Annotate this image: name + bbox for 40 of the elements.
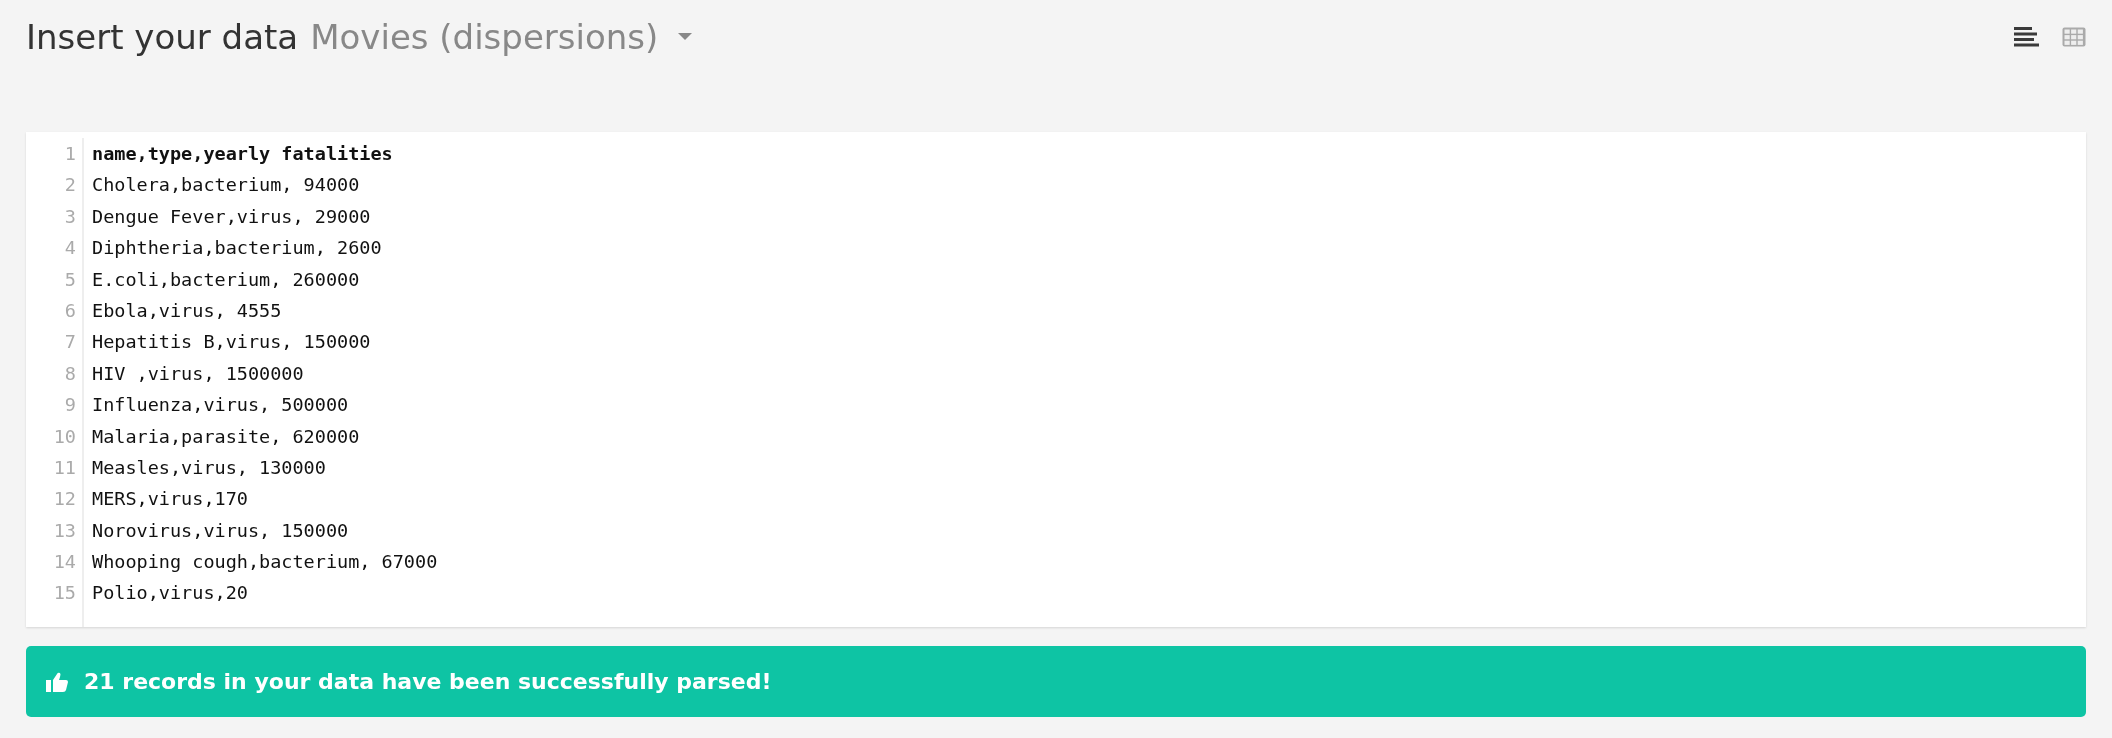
line-number: 14 — [53, 550, 76, 575]
line-number: 5 — [64, 267, 76, 292]
line-number: 6 — [64, 298, 76, 323]
code-line: Norovirus,virus, 150000 — [92, 518, 350, 543]
code-line: Ebola,virus, 4555 — [92, 298, 283, 323]
table-icon — [2062, 27, 2086, 47]
line-number: 12 — [53, 487, 76, 512]
code-line: Polio,virus,20 — [92, 581, 249, 606]
page-title: Insert your data — [26, 17, 299, 57]
line-number: 9 — [64, 393, 76, 418]
text-view-button[interactable] — [2014, 27, 2040, 47]
line-number: 11 — [53, 455, 76, 480]
line-number: 1 — [64, 142, 76, 166]
line-number: 15 — [53, 581, 76, 606]
line-number: 13 — [53, 518, 76, 543]
code-line: Hepatitis B,virus, 150000 — [92, 330, 372, 355]
code-line: HIV ,virus, 1500000 — [92, 361, 305, 386]
caret-icon — [678, 33, 693, 41]
code-line: Measles,virus, 130000 — [92, 455, 327, 480]
line-number: 8 — [64, 361, 76, 386]
line-number: 7 — [64, 330, 76, 355]
code-line: Whooping cough,bacterium, 67000 — [92, 550, 438, 575]
code-line: Cholera,bacterium, 94000 — [92, 173, 361, 198]
code-line: MERS,virus,170 — [92, 487, 249, 512]
code-line: Dengue Fever,virus, 29000 — [92, 204, 372, 229]
code-line: E.coli,bacterium, 260000 — [92, 267, 361, 292]
code-line: Diphtheria,bacterium, 2600 — [92, 236, 383, 261]
table-view-button[interactable] — [2062, 27, 2086, 47]
data-editor[interactable] — [26, 132, 2086, 627]
line-number: 2 — [64, 173, 76, 198]
line-number: 4 — [64, 236, 76, 261]
code-line: Influenza,virus, 500000 — [92, 393, 350, 418]
dataset-dropdown[interactable]: Movies (dispersions) — [310, 17, 693, 57]
success-message: 21 records in your data have been successfully parsed! — [84, 669, 772, 694]
line-number: 10 — [53, 424, 76, 449]
code-line: Malaria,parasite, 620000 — [92, 424, 361, 449]
code-line: name,type,yearly fatalities — [92, 142, 394, 166]
line-number: 3 — [64, 204, 76, 229]
thumbs-up-icon — [46, 671, 68, 692]
align-left-icon — [2014, 27, 2040, 47]
